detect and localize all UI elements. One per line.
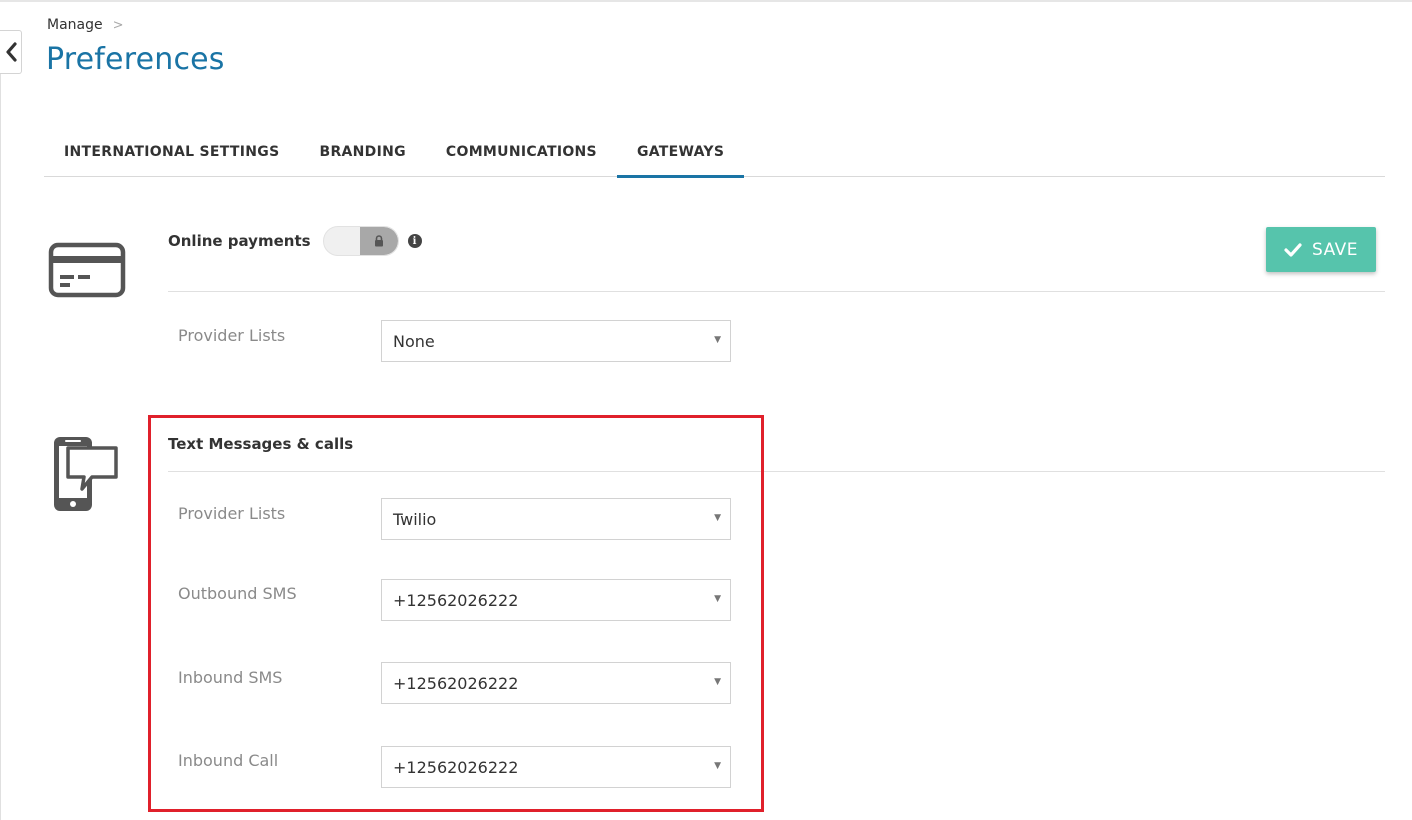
tab-bar: INTERNATIONAL SETTINGS BRANDING COMMUNIC… <box>44 126 1385 178</box>
chevron-left-icon <box>5 42 17 62</box>
tab-branding[interactable]: BRANDING <box>299 126 425 177</box>
online-payments-toggle[interactable] <box>322 226 399 256</box>
info-icon[interactable]: i <box>407 234 422 248</box>
breadcrumb-separator-icon: > <box>112 17 124 33</box>
save-button-label: SAVE <box>1311 239 1359 260</box>
checkmark-icon <box>1284 242 1302 257</box>
inbound-call-value: +12562026222 <box>393 757 519 777</box>
save-button[interactable]: SAVE <box>1266 227 1376 272</box>
phone-message-icon <box>54 437 118 511</box>
toggle-knob <box>359 227 398 255</box>
credit-card-icon <box>48 242 126 298</box>
section-divider <box>168 471 1385 472</box>
page-title: Preferences <box>46 42 225 77</box>
tab-communications[interactable]: COMMUNICATIONS <box>426 126 617 177</box>
payment-provider-label: Provider Lists <box>178 326 286 345</box>
tab-gateways[interactable]: GATEWAYS <box>616 126 745 178</box>
sms-provider-value: Twilio <box>393 509 437 529</box>
tab-international-settings[interactable]: INTERNATIONAL SETTINGS <box>44 126 299 177</box>
inbound-sms-select[interactable]: +12562026222 ▼ <box>381 662 731 704</box>
inbound-call-label: Inbound Call <box>178 751 279 770</box>
payment-provider-select[interactable]: None ▼ <box>381 320 731 362</box>
inbound-sms-value: +12562026222 <box>393 673 519 693</box>
dropdown-caret-icon: ▼ <box>714 761 721 771</box>
sidebar-edge <box>0 74 1 820</box>
sms-provider-select[interactable]: Twilio ▼ <box>381 498 731 540</box>
collapse-sidebar-button[interactable] <box>0 30 22 74</box>
inbound-sms-label: Inbound SMS <box>178 668 283 687</box>
outbound-sms-value: +12562026222 <box>393 590 519 610</box>
dropdown-caret-icon: ▼ <box>714 335 721 345</box>
sms-provider-label: Provider Lists <box>178 504 286 523</box>
outbound-sms-select[interactable]: +12562026222 ▼ <box>381 579 731 621</box>
online-payments-label: Online payments <box>168 232 311 250</box>
outbound-sms-label: Outbound SMS <box>178 584 297 603</box>
online-payments-row: Online payments i <box>168 226 422 256</box>
section-divider <box>168 291 1385 292</box>
payment-provider-value: None <box>393 331 435 351</box>
lock-icon <box>374 235 383 247</box>
breadcrumb: Manage > <box>47 17 124 33</box>
dropdown-caret-icon: ▼ <box>714 677 721 687</box>
inbound-call-select[interactable]: +12562026222 ▼ <box>381 746 731 788</box>
text-messages-title: Text Messages & calls <box>168 435 354 453</box>
breadcrumb-manage-link[interactable]: Manage <box>47 17 103 33</box>
dropdown-caret-icon: ▼ <box>714 594 721 604</box>
dropdown-caret-icon: ▼ <box>714 513 721 523</box>
top-border <box>0 0 1412 2</box>
